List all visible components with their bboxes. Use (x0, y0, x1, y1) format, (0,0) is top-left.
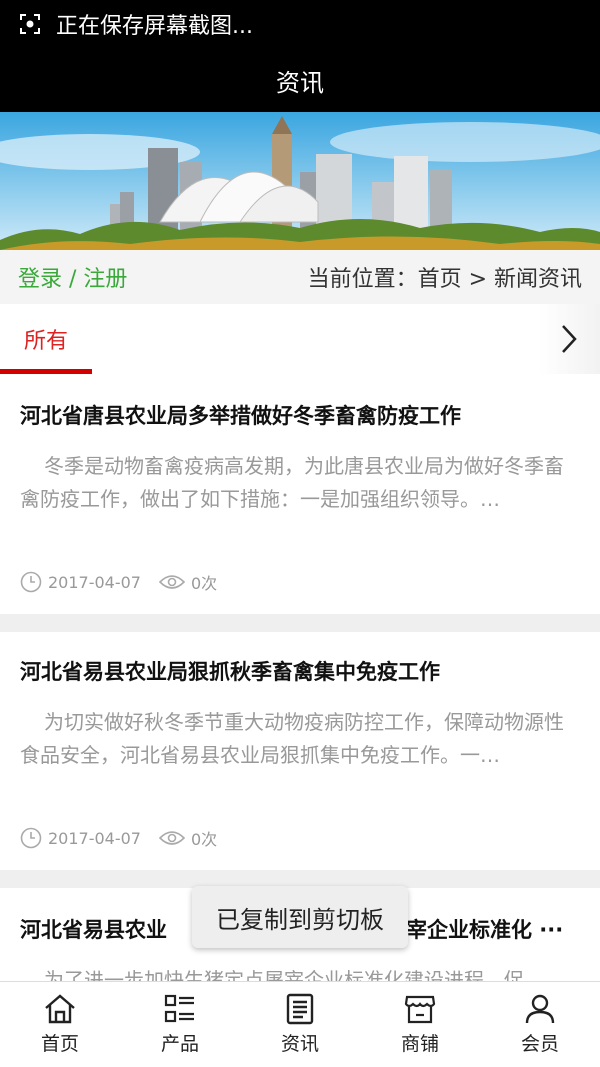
nav-products-label: 产品 (160, 1033, 199, 1055)
page-title: 资讯 (276, 68, 324, 97)
article-title[interactable]: 河北省易县农业局狠抓秋季畜禽集中免疫工作 (20, 656, 440, 686)
home-icon (45, 994, 75, 1024)
toast-text: 已复制到剪切板 (216, 905, 384, 934)
list-item[interactable]: 河北省唐县农业局多举措做好冬季畜禽防疫工作 冬季是动物畜禽疫病高发期，为此唐县农… (0, 374, 600, 614)
bottom-navigation: 首页 产品 资讯 商铺 会员 (0, 981, 600, 1067)
list-item[interactable]: 河北省易县农业局狠抓秋季畜禽集中免疫工作 为切实做好秋冬季节重大动物疫病防控工作… (0, 632, 600, 870)
article-meta: 2017-04-07 0次 (20, 826, 235, 850)
nav-home[interactable]: 首页 (0, 982, 120, 1067)
nav-member-label: 会员 (520, 1033, 559, 1055)
status-text: 正在保存屏幕截图... (56, 14, 253, 39)
nav-news-label: 资讯 (280, 1033, 319, 1055)
eye-icon (158, 831, 185, 845)
tabs-scroll-right-button[interactable] (538, 304, 600, 374)
tab-all-label: 所有 (23, 329, 68, 354)
product-list-icon (164, 994, 194, 1023)
article-views: 0次 (190, 830, 218, 849)
article-title-left[interactable]: 河北省易县农业 (20, 914, 167, 944)
city-banner-image (0, 112, 600, 250)
clock-icon (20, 827, 42, 849)
screenshot-icon (20, 14, 40, 34)
chevron-right-icon (562, 325, 577, 353)
article-meta: 2017-04-07 0次 (20, 570, 235, 594)
status-bar: 正在保存屏幕截图... (0, 0, 600, 48)
breadcrumb: 当前位置：首页 > 新闻资讯 (307, 267, 582, 292)
eye-icon (158, 575, 185, 589)
tab-all[interactable]: 所有 (0, 304, 92, 374)
news-icon (286, 993, 314, 1025)
nav-shops-label: 商铺 (400, 1033, 439, 1055)
article-summary: 冬季是动物畜禽疫病高发期，为此唐县农业局为做好冬季畜禽防疫工作，做出了如下措施：… (20, 454, 564, 511)
page-header: 资讯 (0, 48, 600, 112)
shop-icon (404, 995, 436, 1024)
user-breadcrumb-bar: 登录 / 注册 当前位置：首页 > 新闻资讯 (0, 250, 600, 304)
copied-toast: 已复制到剪切板 (192, 886, 408, 948)
clock-icon (20, 571, 42, 593)
article-date: 2017-04-07 (48, 572, 141, 592)
article-summary: 为了进一步加快生猪定点屠宰企业标准化建设进程，促 (44, 968, 524, 981)
login-register-link[interactable]: 登录 / 注册 (18, 261, 127, 293)
article-views: 0次 (190, 574, 218, 593)
nav-news[interactable]: 资讯 (240, 982, 360, 1067)
nav-member[interactable]: 会员 (480, 982, 600, 1067)
article-date: 2017-04-07 (48, 828, 141, 848)
nav-products[interactable]: 产品 (120, 982, 240, 1067)
nav-shops[interactable]: 商铺 (360, 982, 480, 1067)
article-title[interactable]: 河北省唐县农业局多举措做好冬季畜禽防疫工作 (20, 400, 461, 430)
article-summary: 为切实做好秋冬季节重大动物疫病防控工作，保障动物源性食品安全，河北省易县农业局狠… (20, 710, 564, 767)
category-tabs: 所有 (0, 304, 600, 374)
article-title-right[interactable]: 宰企业标准化 ··· (406, 914, 563, 944)
member-icon (525, 994, 555, 1024)
nav-home-label: 首页 (40, 1033, 79, 1055)
